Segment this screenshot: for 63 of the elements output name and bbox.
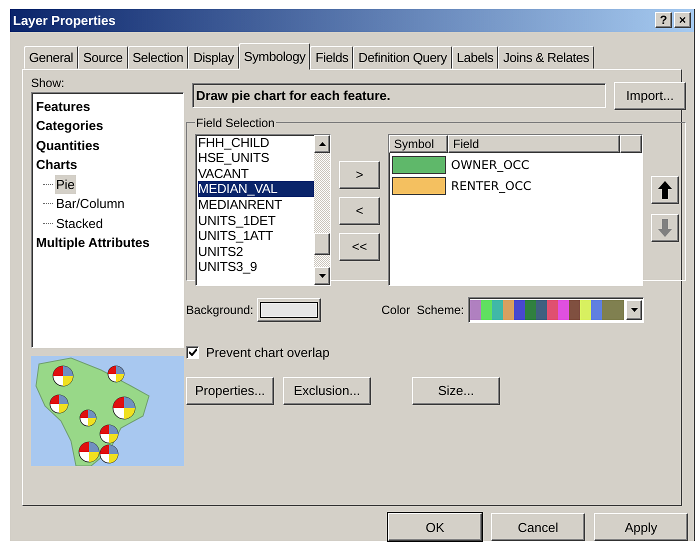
dialog-button[interactable]: Cancel	[491, 513, 585, 541]
column-header[interactable]: Symbol	[389, 134, 448, 153]
move-button[interactable]: >	[339, 160, 380, 189]
field-list-item[interactable]: UNITS3_9	[198, 259, 314, 275]
dropdown-caret-icon	[630, 308, 638, 312]
close-button[interactable]: ×	[674, 12, 691, 28]
show-label: Show:	[31, 76, 66, 90]
up-arrow-icon	[658, 180, 672, 199]
field-list-item[interactable]: MEDIAN_VAL	[198, 181, 314, 197]
field-list-item[interactable]: MEDIANRENT	[198, 196, 314, 213]
tab[interactable]: Fields	[310, 46, 354, 69]
tree-item[interactable]: Multiple Attributes	[35, 233, 151, 252]
window-title: Layer Properties	[13, 12, 116, 28]
action-button[interactable]: Exclusion...	[283, 376, 371, 405]
tab[interactable]: Joins & Relates	[498, 46, 594, 69]
symbol-swatch[interactable]	[392, 156, 446, 174]
field-list-item[interactable]: FHH_CHILD	[198, 134, 314, 150]
help-button[interactable]: ?	[655, 12, 672, 28]
field-name: RENTER_OCC	[451, 178, 532, 193]
scrollbar-thumb[interactable]	[314, 232, 330, 255]
tree-item[interactable]: Pie	[55, 174, 76, 194]
background-label: Background:	[186, 302, 254, 317]
tab[interactable]: Display	[188, 46, 239, 69]
tab[interactable]: General	[24, 46, 78, 69]
field-name: OWNER_OCC	[451, 158, 530, 172]
dialog-button[interactable]: OK	[388, 513, 482, 541]
tab[interactable]: Definition Query	[353, 46, 452, 69]
down-arrow-icon	[658, 218, 672, 237]
checkbox[interactable]	[186, 346, 199, 359]
action-button[interactable]: Properties...	[186, 376, 274, 405]
tab[interactable]: Symbology	[238, 42, 310, 70]
tab[interactable]: Labels	[452, 46, 498, 69]
field-list-item[interactable]: UNITS_1ATT	[198, 228, 314, 244]
field-list-item[interactable]: UNITS2	[198, 244, 314, 260]
scroll-down-icon	[318, 274, 326, 278]
description-text: Draw pie chart for each feature.	[192, 83, 606, 108]
tab[interactable]: Selection	[128, 46, 188, 69]
group-title: Field Selection	[195, 116, 276, 130]
tree-item[interactable]: Bar/Column	[55, 194, 126, 214]
dialog-button[interactable]: Apply	[594, 513, 688, 541]
scrollbar[interactable]	[314, 134, 330, 285]
checkbox-label: Prevent chart overlap	[206, 344, 330, 360]
tree-item[interactable]: Features	[35, 96, 92, 116]
field-list-item[interactable]: VACANT	[198, 166, 314, 182]
background-color-button[interactable]	[257, 298, 322, 322]
check-icon	[188, 348, 196, 356]
color-scheme-dropdown[interactable]	[468, 296, 644, 323]
tree-item[interactable]: Stacked	[55, 214, 104, 233]
import-button[interactable]: Import...	[614, 82, 686, 110]
field-list-item[interactable]: HSE_UNITS	[198, 150, 314, 166]
column-header[interactable]: Field	[448, 134, 620, 153]
move-button[interactable]: <<	[339, 232, 380, 261]
scroll-up-icon	[318, 142, 326, 146]
field-list-item[interactable]: UNITS_1DET	[198, 212, 314, 228]
move-button[interactable]: <	[339, 196, 380, 225]
color-scheme-label: Color Scheme:	[381, 302, 464, 317]
action-button[interactable]: Size...	[412, 376, 500, 405]
move-up-button[interactable]	[651, 176, 679, 204]
tree-item[interactable]: Categories	[35, 116, 104, 136]
symbol-swatch[interactable]	[392, 176, 446, 195]
tree-item[interactable]: Charts	[35, 155, 78, 174]
tab[interactable]: Source	[78, 46, 128, 69]
tree-item[interactable]: Quantities	[35, 136, 101, 155]
